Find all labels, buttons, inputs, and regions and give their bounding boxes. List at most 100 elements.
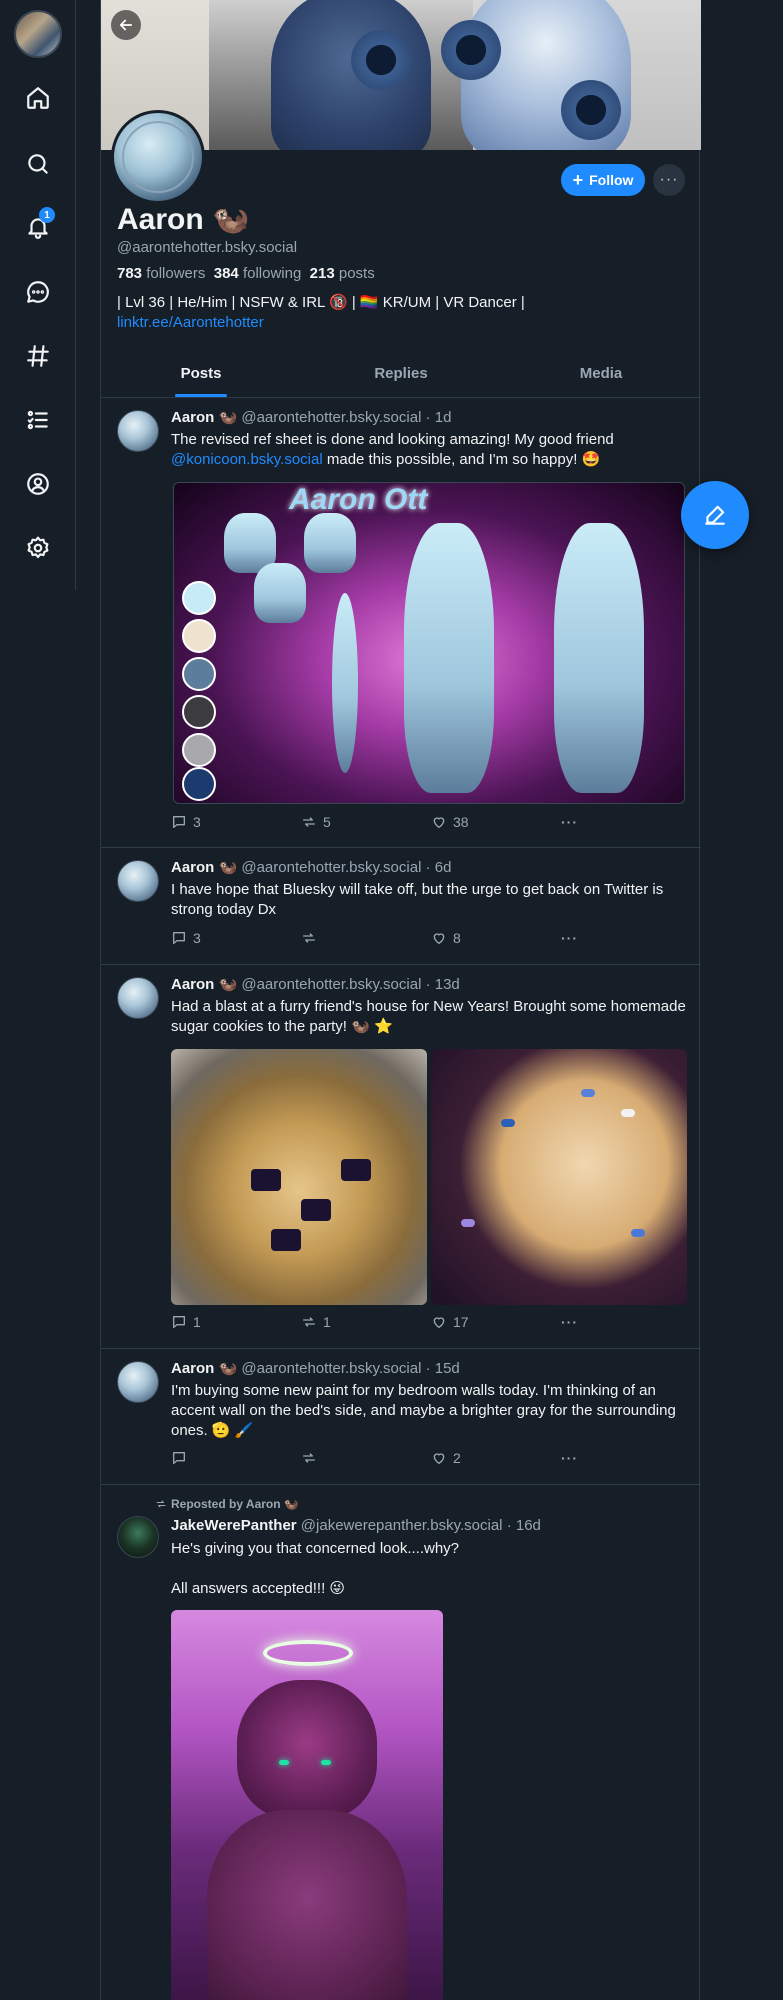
post-author-avatar[interactable] bbox=[117, 410, 159, 452]
heart-icon bbox=[433, 817, 445, 828]
settings-gear-icon[interactable] bbox=[20, 530, 56, 566]
repost-button[interactable] bbox=[301, 1450, 323, 1466]
heart-icon bbox=[433, 933, 445, 944]
post-author[interactable]: Aaron 🦦 bbox=[171, 976, 237, 993]
post-text: Had a blast at a furry friend's house fo… bbox=[171, 998, 686, 1035]
like-button[interactable]: 38 bbox=[431, 814, 469, 830]
post-actions: 2 ··· bbox=[171, 1450, 591, 1470]
post-more-button[interactable]: ··· bbox=[561, 930, 578, 946]
post-header: Aaron 🦦 @aarontehotter.bsky.social · 1d bbox=[171, 408, 451, 426]
ref-sheet-title: Aaron Ott bbox=[289, 483, 428, 516]
chat-bubble-icon[interactable] bbox=[20, 274, 56, 310]
post-handle[interactable]: @aarontehotter.bsky.social bbox=[241, 859, 421, 876]
cookies-plate-image[interactable] bbox=[171, 1049, 427, 1305]
cookies-closeup-image[interactable] bbox=[431, 1049, 687, 1305]
tab-media[interactable]: Media bbox=[501, 352, 701, 397]
notifications-bell-icon[interactable]: 1 bbox=[20, 207, 56, 245]
post-time: · 13d bbox=[425, 976, 460, 993]
reposted-by-label[interactable]: Reposted by Aaron 🦦 bbox=[155, 1497, 299, 1511]
reply-button[interactable]: 3 bbox=[171, 814, 201, 830]
profile-stats: 783 followers 384 following 213 posts bbox=[117, 265, 375, 282]
reply-icon bbox=[173, 932, 185, 944]
profile-handle: @aarontehotter.bsky.social bbox=[117, 239, 298, 256]
following-stat[interactable]: 384 following bbox=[214, 265, 302, 282]
repost-button[interactable]: 5 bbox=[301, 814, 331, 830]
notification-badge: 1 bbox=[39, 207, 55, 223]
post-text: He's giving you that concerned look....w… bbox=[171, 1540, 460, 1597]
post-handle[interactable]: @aarontehotter.bsky.social bbox=[241, 976, 421, 993]
reply-button[interactable] bbox=[171, 1450, 193, 1466]
home-icon[interactable] bbox=[20, 80, 56, 116]
repost-icon bbox=[303, 933, 315, 943]
post-header: Aaron 🦦 @aarontehotter.bsky.social · 15d bbox=[171, 1359, 460, 1377]
repost-icon bbox=[303, 1317, 315, 1327]
repost-button[interactable] bbox=[301, 930, 323, 946]
repost-icon bbox=[303, 1453, 315, 1463]
profile-link[interactable]: linktr.ee/Aarontehotter bbox=[117, 314, 264, 331]
dragon-avatar-image[interactable] bbox=[171, 1610, 443, 2000]
post-actions: 3 8 ··· bbox=[171, 930, 591, 950]
post-time: · 16d bbox=[506, 1517, 541, 1534]
profile-bio: | Lvl 36 | He/Him | NSFW & IRL 🔞 | 🏳️‍🌈 … bbox=[117, 294, 525, 311]
post-author-avatar[interactable] bbox=[117, 1516, 159, 1558]
follow-button[interactable]: + Follow bbox=[561, 164, 645, 196]
feed-post[interactable]: Aaron 🦦 @aarontehotter.bsky.social · 6d … bbox=[101, 848, 701, 965]
post-author[interactable]: JakeWerePanther bbox=[171, 1517, 297, 1534]
followers-stat[interactable]: 783 followers bbox=[117, 265, 205, 282]
compose-post-button[interactable] bbox=[681, 481, 749, 549]
profile-column: + Follow ··· Aaron 🦦 @aarontehotter.bsky… bbox=[100, 0, 701, 2000]
like-button[interactable]: 17 bbox=[431, 1314, 469, 1330]
back-arrow-icon[interactable] bbox=[111, 10, 141, 40]
reply-icon bbox=[173, 1452, 185, 1464]
more-options-button[interactable]: ··· bbox=[653, 164, 685, 196]
follow-label: Follow bbox=[589, 172, 634, 188]
lists-icon[interactable] bbox=[20, 402, 56, 438]
feed-post[interactable]: Aaron 🦦 @aarontehotter.bsky.social · 15d… bbox=[101, 1349, 701, 1485]
post-author-avatar[interactable] bbox=[117, 860, 159, 902]
post-more-button[interactable]: ··· bbox=[561, 1450, 578, 1466]
post-text: The revised ref sheet is done and lookin… bbox=[171, 431, 614, 468]
post-author[interactable]: Aaron 🦦 bbox=[171, 859, 237, 876]
reply-icon bbox=[173, 816, 185, 828]
reply-button[interactable]: 1 bbox=[171, 1314, 201, 1330]
reply-icon bbox=[173, 1316, 185, 1328]
tab-posts[interactable]: Posts bbox=[101, 352, 301, 397]
post-time: · 15d bbox=[425, 1360, 460, 1377]
plus-icon: + bbox=[572, 170, 584, 190]
post-handle[interactable]: @aarontehotter.bsky.social bbox=[241, 1360, 421, 1377]
repost-icon bbox=[303, 817, 315, 827]
my-avatar[interactable] bbox=[14, 10, 62, 58]
profile-icon[interactable] bbox=[20, 466, 56, 502]
post-author[interactable]: Aaron 🦦 bbox=[171, 409, 237, 426]
compose-pencil-icon bbox=[705, 505, 725, 525]
post-handle[interactable]: @jakewerepanther.bsky.social bbox=[301, 1517, 503, 1534]
post-actions: 3 5 38 ··· bbox=[171, 814, 591, 834]
repost-button[interactable]: 1 bbox=[301, 1314, 331, 1330]
post-handle[interactable]: @aarontehotter.bsky.social bbox=[241, 409, 421, 426]
search-icon[interactable] bbox=[20, 146, 56, 182]
post-header: Aaron 🦦 @aarontehotter.bsky.social · 6d bbox=[171, 858, 451, 876]
post-time: · 6d bbox=[425, 859, 452, 876]
like-button[interactable]: 2 bbox=[431, 1450, 461, 1466]
tab-replies[interactable]: Replies bbox=[301, 352, 501, 397]
heart-icon bbox=[433, 1453, 445, 1464]
post-more-button[interactable]: ··· bbox=[561, 1314, 578, 1330]
mention-link[interactable]: @konicoon.bsky.social bbox=[171, 451, 323, 468]
post-header: JakeWerePanther @jakewerepanther.bsky.so… bbox=[171, 1517, 541, 1534]
profile-avatar[interactable] bbox=[111, 110, 205, 204]
post-author-avatar[interactable] bbox=[117, 977, 159, 1019]
profile-name: Aaron 🦦 bbox=[117, 203, 250, 236]
post-actions: 1 1 17 ··· bbox=[171, 1314, 591, 1334]
post-text: I have hope that Bluesky will take off, … bbox=[171, 881, 664, 918]
post-text: I'm buying some new paint for my bedroom… bbox=[171, 1382, 676, 1439]
hashtag-feeds-icon[interactable] bbox=[20, 338, 56, 374]
reply-button[interactable]: 3 bbox=[171, 930, 201, 946]
like-button[interactable]: 8 bbox=[431, 930, 461, 946]
post-author[interactable]: Aaron 🦦 bbox=[171, 1360, 237, 1377]
post-header: Aaron 🦦 @aarontehotter.bsky.social · 13d bbox=[171, 975, 460, 993]
posts-stat: 213 posts bbox=[309, 265, 375, 282]
post-more-button[interactable]: ··· bbox=[561, 814, 578, 830]
left-nav-rail: 1 bbox=[0, 0, 76, 590]
post-author-avatar[interactable] bbox=[117, 1361, 159, 1403]
ref-sheet-image[interactable]: Aaron Ott bbox=[173, 482, 685, 804]
